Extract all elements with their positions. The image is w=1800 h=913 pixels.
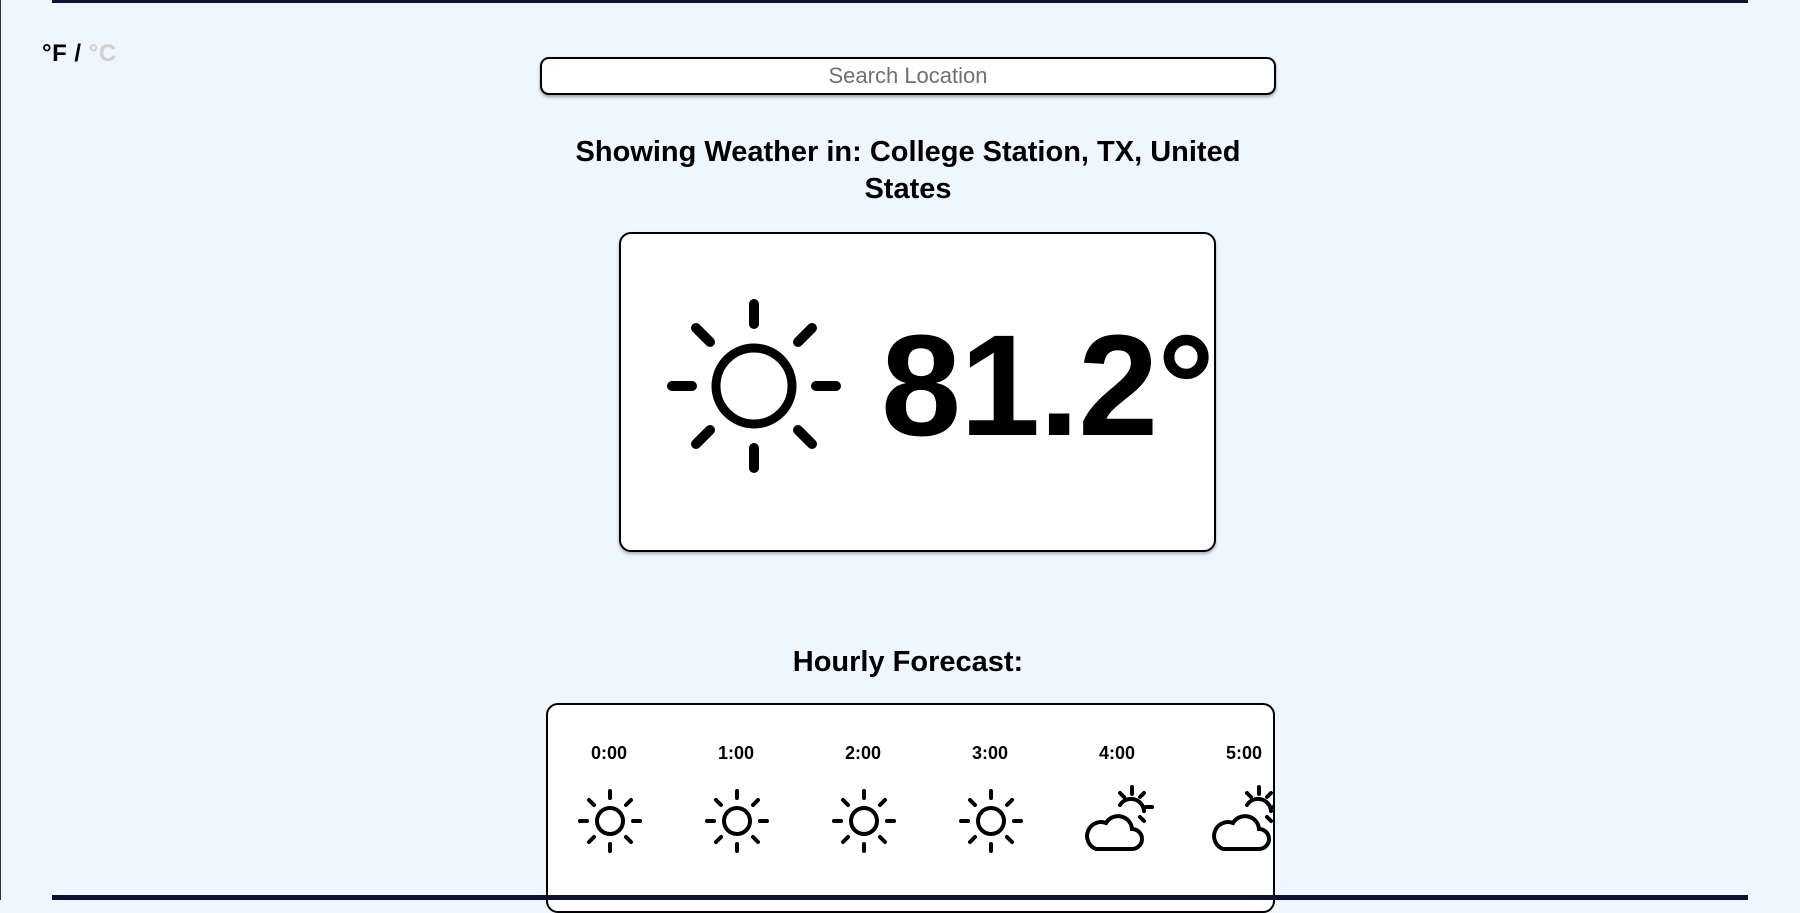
current-weather-card: 81.2°	[619, 232, 1216, 552]
hourly-item: 1:00	[681, 705, 791, 905]
hour-time: 4:00	[1098, 743, 1136, 763]
hour-time: 0:00	[590, 743, 628, 763]
hourly-forecast-heading: Hourly Forecast:	[792, 646, 1024, 678]
hourly-item: 4:00	[1062, 705, 1172, 905]
hourly-item: 5:00	[1189, 705, 1273, 905]
top-border	[52, 0, 1748, 3]
current-temperature: 81.2°	[881, 305, 1215, 466]
hour-time: 2:00	[844, 743, 882, 763]
bottom-border	[52, 895, 1748, 900]
sun-icon	[828, 785, 900, 857]
hour-time: 1:00	[717, 743, 755, 763]
partly-cloudy-icon	[1209, 785, 1273, 857]
hour-time: 5:00	[1225, 743, 1263, 763]
hourly-item: 3:00	[935, 705, 1045, 905]
sun-icon	[664, 296, 844, 476]
sun-icon	[574, 785, 646, 857]
hourly-item: 0:00	[554, 705, 664, 905]
location-heading: Showing Weather in: College Station, TX,…	[575, 136, 1241, 205]
sun-icon	[955, 785, 1027, 857]
left-border	[0, 0, 1, 900]
hour-time: 3:00	[971, 743, 1009, 763]
unit-toggle: °F / °C	[42, 40, 117, 68]
sun-icon	[701, 785, 773, 857]
unit-separator: /	[67, 40, 89, 67]
search-location-input[interactable]	[540, 57, 1276, 95]
hourly-forecast-card: 0:00 1:00 2:00 3:00 4:00 5:00	[546, 703, 1275, 913]
celsius-toggle[interactable]: °C	[89, 40, 117, 67]
fahrenheit-toggle[interactable]: °F	[42, 40, 67, 67]
hourly-item: 2:00	[808, 705, 918, 905]
partly-cloudy-icon	[1082, 785, 1154, 857]
